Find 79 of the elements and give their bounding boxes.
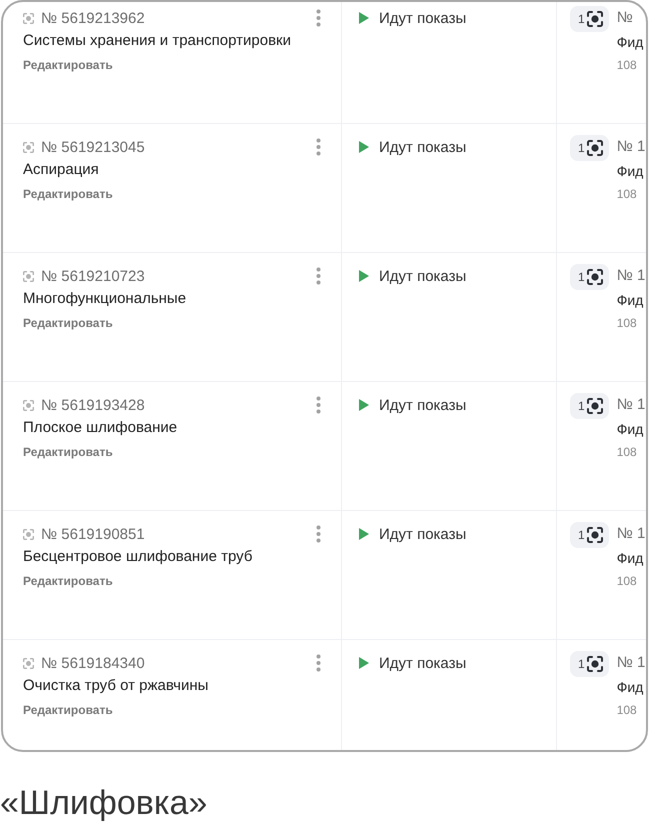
framed-dot-icon	[586, 527, 603, 543]
edit-link[interactable]: Редактировать	[23, 56, 113, 74]
count-text: 1	[578, 657, 585, 671]
edit-link[interactable]: Редактировать	[23, 572, 113, 590]
play-icon	[359, 399, 369, 411]
play-icon	[359, 657, 369, 669]
framed-dot-icon	[586, 398, 603, 414]
item-number: № 5619213045	[41, 138, 145, 156]
column-text: 108	[616, 444, 637, 461]
framed-dot-icon	[23, 528, 34, 540]
more-button[interactable]	[316, 396, 321, 414]
status-label: Идут показы	[379, 396, 466, 414]
column-text: № 1	[616, 137, 646, 157]
more-button[interactable]	[316, 267, 321, 285]
column-text: 108	[616, 186, 637, 203]
column-text: Фид	[616, 162, 644, 181]
vertical-dots-icon	[316, 138, 321, 156]
column-text: Фид	[616, 420, 644, 439]
column-text: Фид	[616, 33, 644, 52]
more-button[interactable]	[316, 138, 321, 156]
column-text: № 1	[616, 524, 646, 544]
column-text: 108	[616, 57, 637, 74]
column-text: Фид	[616, 678, 644, 697]
more-button[interactable]	[316, 525, 321, 543]
framed-dot-icon	[23, 142, 34, 152]
item-number: № 5619184340	[41, 654, 145, 672]
framed-dot-icon	[23, 270, 34, 282]
vertical-dots-icon	[316, 654, 321, 672]
play-icon	[359, 12, 369, 24]
play-icon	[359, 528, 369, 540]
framed-dot-icon	[586, 269, 603, 285]
play-icon	[359, 141, 369, 153]
item-name: Системы хранения и транспортировки	[23, 31, 291, 51]
status-label: Идут показы	[379, 138, 466, 156]
status-label: Идут показы	[379, 268, 466, 284]
column-text: № 1	[616, 266, 646, 286]
count-text: 1	[578, 270, 585, 284]
column-text: 108	[616, 315, 637, 332]
column-text: 108	[616, 702, 637, 719]
edit-link[interactable]: Редактировать	[23, 701, 113, 719]
framed-dot-icon	[23, 400, 34, 410]
more-button[interactable]	[316, 9, 321, 27]
status-label: Идут показы	[379, 654, 466, 672]
edit-link[interactable]: Редактировать	[23, 443, 113, 461]
item-name: Очистка труб от ржавчины	[23, 676, 208, 696]
column-text: 108	[616, 573, 637, 590]
item-number: № 5619210723	[41, 268, 145, 284]
column-text: № 1	[616, 395, 646, 415]
item-number: № 5619193428	[41, 396, 145, 414]
framed-dot-icon	[23, 12, 34, 24]
play-icon	[359, 270, 369, 282]
count-text: 1	[578, 528, 585, 542]
vertical-dots-icon	[316, 396, 321, 414]
framed-dot-icon	[586, 656, 603, 672]
count-text: 1	[578, 141, 585, 155]
item-name: Бесцентровое шлифование труб	[23, 547, 252, 567]
framed-dot-icon	[23, 658, 34, 668]
vertical-dots-icon	[316, 525, 321, 543]
count-text: 1	[578, 399, 585, 413]
edit-link[interactable]: Редактировать	[23, 314, 113, 332]
vertical-dots-icon	[316, 267, 321, 285]
column-text: Фид	[616, 549, 644, 568]
framed-dot-icon	[586, 11, 603, 27]
edit-link[interactable]: Редактировать	[23, 185, 113, 203]
column-text: Фид	[616, 291, 644, 310]
vertical-dots-icon	[316, 9, 321, 27]
column-text: № 1	[616, 653, 646, 673]
count-text: 1	[578, 12, 585, 26]
column-text: №	[616, 8, 633, 28]
item-number: № 5619213962	[41, 10, 145, 26]
more-button[interactable]	[316, 654, 321, 672]
item-name: Плоское шлифование	[23, 418, 178, 438]
framed-dot-icon	[586, 140, 603, 156]
caption: «Шлифовка»	[0, 784, 208, 822]
item-number: № 5619190851	[41, 526, 145, 542]
item-name: Многофункциональные	[23, 289, 186, 309]
status-label: Идут показы	[379, 526, 466, 542]
status-label: Идут показы	[379, 10, 466, 26]
item-name: Аспирация	[23, 160, 99, 180]
